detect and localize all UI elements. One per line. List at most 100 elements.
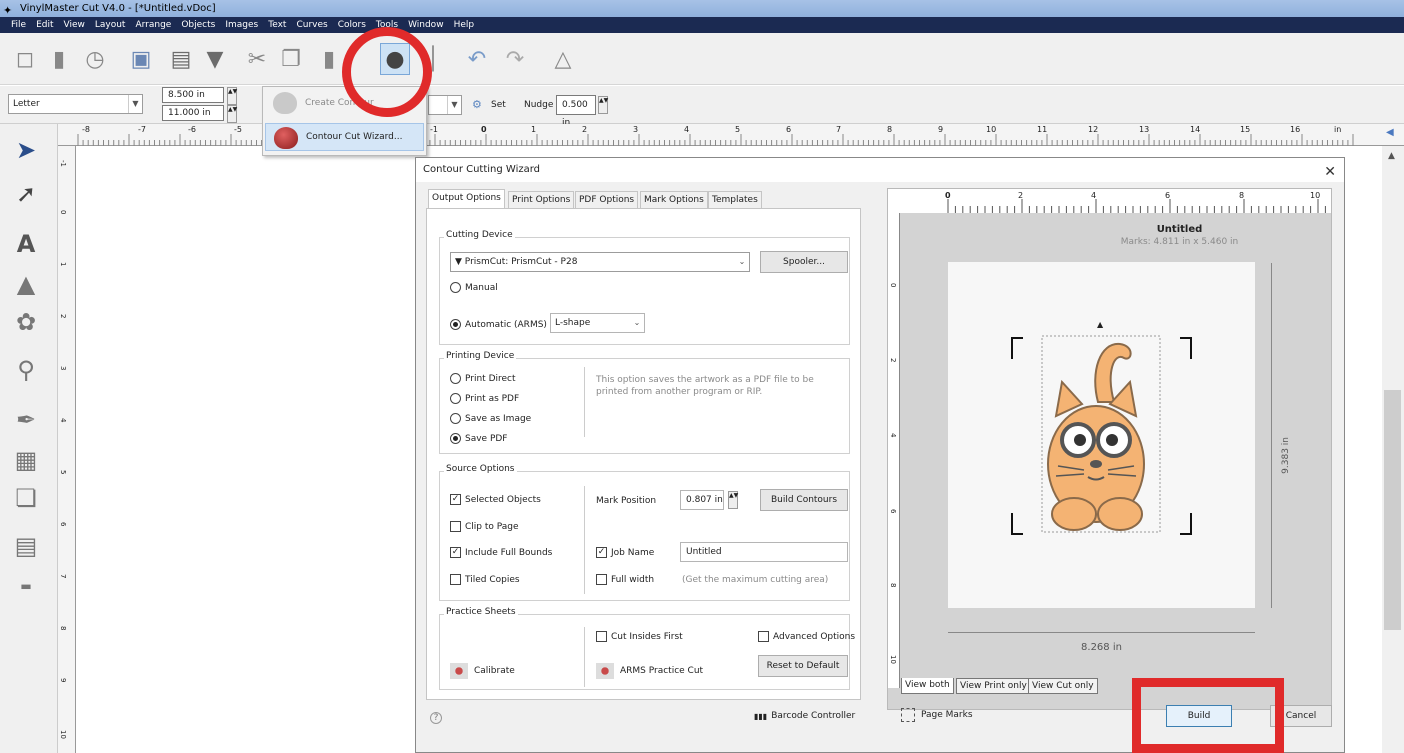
clipart-tool-icon[interactable]: ✿	[8, 304, 44, 340]
menu-objects[interactable]: Objects	[176, 17, 220, 33]
spooler-button[interactable]: Spooler...	[760, 251, 848, 273]
menu-file[interactable]: File	[6, 17, 31, 33]
reset-to-default-button[interactable]: Reset to Default	[758, 655, 848, 677]
text-tool-icon[interactable]: A	[8, 226, 44, 262]
apple-icon	[273, 92, 297, 114]
menu-text[interactable]: Text	[263, 17, 291, 33]
close-icon[interactable]: ✕	[1324, 160, 1336, 184]
menu-help[interactable]: Help	[449, 17, 480, 33]
print-icon[interactable]: ▤	[166, 43, 196, 75]
arms-practice-label: ARMS Practice Cut	[620, 666, 704, 676]
ruler-label: 15	[1240, 125, 1251, 134]
automatic-arms-radio[interactable]: Automatic (ARMS)	[450, 319, 547, 330]
arms-shape-value: L-shape	[555, 318, 591, 328]
ruler-label: 8	[889, 583, 897, 588]
arrange-tool-icon[interactable]: ❏	[8, 480, 44, 516]
arms-practice-cut-button[interactable]: ARMS Practice Cut	[596, 663, 703, 679]
tab-print-options[interactable]: Print Options	[508, 191, 575, 209]
menu-arrange[interactable]: Arrange	[130, 17, 176, 33]
cutter-icon[interactable]: ▼	[200, 43, 230, 75]
fill-tool-icon[interactable]: ▦	[8, 442, 44, 478]
cat-pupil	[1074, 434, 1086, 446]
menu-colors[interactable]: Colors	[333, 17, 371, 33]
page-marks-button[interactable]: Page Marks	[901, 708, 973, 722]
notification-bell-icon[interactable]: △	[548, 43, 578, 75]
barcode-controller-button[interactable]: ▮▮▮ Barcode Controller	[754, 711, 855, 721]
full-width-checkbox[interactable]: Full width	[596, 574, 654, 585]
cut-insides-first-checkbox[interactable]: Cut Insides First	[596, 631, 683, 642]
page-height-field[interactable]: 11.000 in	[162, 105, 224, 121]
measure-tool-icon[interactable]: ▬	[8, 568, 44, 604]
cutting-device-select[interactable]: ▼ PrismCut: PrismCut - P28 ⌄	[450, 252, 750, 272]
open-icon[interactable]: ▮	[44, 43, 74, 75]
undo-icon[interactable]: ↶	[462, 43, 492, 75]
tiled-copies-checkbox[interactable]: Tiled Copies	[450, 574, 520, 585]
canvas-scrollbar[interactable]: ▲	[1382, 146, 1404, 753]
selected-objects-checkbox[interactable]: ✓ Selected Objects	[450, 494, 541, 505]
view-both-tab[interactable]: View both	[901, 678, 954, 694]
cut-icon[interactable]: ✂	[242, 43, 272, 75]
menu-edit[interactable]: Edit	[31, 17, 58, 33]
ruler-label: 1	[531, 125, 537, 134]
manual-radio[interactable]: Manual	[450, 282, 498, 293]
include-full-bounds-checkbox[interactable]: ✓ Include Full Bounds	[450, 547, 552, 558]
job-name-field[interactable]: Untitled	[680, 542, 848, 562]
menu-curves[interactable]: Curves	[291, 17, 332, 33]
divider	[584, 627, 585, 687]
ruler-label: 7	[836, 125, 842, 134]
align-tool-icon[interactable]: ▤	[8, 528, 44, 564]
save-pdf-radio[interactable]: Save PDF	[450, 433, 508, 444]
print-as-pdf-radio[interactable]: Print as PDF	[450, 393, 519, 404]
pen-tool-icon[interactable]: ✒	[8, 402, 44, 438]
ruler-label: 6	[1165, 191, 1171, 200]
tab-templates[interactable]: Templates	[708, 191, 762, 209]
menu-window[interactable]: Window	[403, 17, 449, 33]
tab-mark-options[interactable]: Mark Options	[640, 191, 708, 209]
copy-icon[interactable]: ❐	[276, 43, 306, 75]
print-direct-radio[interactable]: Print Direct	[450, 373, 516, 384]
menu-item-contour-cut-wizard[interactable]: Contour Cut Wizard...	[265, 123, 424, 151]
paste-icon[interactable]: ▮	[314, 43, 344, 75]
misc-select[interactable]: ▼	[428, 95, 462, 115]
menu-layout[interactable]: Layout	[90, 17, 131, 33]
recent-icon[interactable]: ◷	[80, 43, 110, 75]
page-width-field[interactable]: 8.500 in	[162, 87, 224, 103]
node-edit-tool-icon[interactable]: ➚	[8, 176, 44, 212]
scroll-up-icon[interactable]: ▲	[1388, 151, 1395, 161]
mark-position-spinner[interactable]: ▲▼	[728, 491, 738, 509]
dialog-title: Contour Cutting Wizard	[423, 164, 541, 175]
set-button[interactable]: Set	[491, 100, 506, 110]
tab-pdf-options[interactable]: PDF Options	[575, 191, 639, 209]
menu-view[interactable]: View	[59, 17, 90, 33]
help-icon[interactable]: ?	[430, 712, 442, 724]
page-size-select[interactable]: Letter ▼	[8, 94, 143, 114]
shape-tool-icon[interactable]: ▲	[8, 266, 44, 302]
view-print-only-tab[interactable]: View Print only	[956, 678, 1031, 694]
build-contours-button[interactable]: Build Contours	[760, 489, 848, 511]
page-height-spinner[interactable]: ▲▼	[227, 105, 237, 123]
zoom-tool-icon[interactable]: ⚲	[8, 352, 44, 388]
nudge-spinner[interactable]: ▲▼	[598, 96, 608, 114]
advanced-options-checkbox[interactable]: Advanced Options	[758, 631, 855, 642]
menu-images[interactable]: Images	[220, 17, 263, 33]
calibrate-button[interactable]: Calibrate	[450, 663, 515, 679]
scrollbar-thumb[interactable]	[1384, 390, 1401, 630]
ruler-label: 0	[481, 125, 487, 134]
clip-to-page-checkbox[interactable]: Clip to Page	[450, 521, 519, 532]
ruler-label: -1	[59, 160, 67, 167]
save-as-image-radio[interactable]: Save as Image	[450, 413, 531, 424]
view-cut-only-tab[interactable]: View Cut only	[1028, 678, 1098, 694]
cat-paw	[1051, 497, 1097, 531]
scroll-left-icon[interactable]: ◀	[1386, 127, 1394, 138]
page-width-spinner[interactable]: ▲▼	[227, 87, 237, 105]
mark-position-field[interactable]: 0.807 in	[680, 490, 724, 510]
save-icon[interactable]: ▣	[126, 43, 156, 75]
job-name-checkbox[interactable]: ✓ Job Name	[596, 547, 654, 558]
arms-shape-select[interactable]: L-shape ⌄	[550, 313, 645, 333]
nudge-field[interactable]: 0.500 in	[556, 95, 596, 128]
tab-output-options[interactable]: Output Options	[428, 189, 505, 209]
pointer-tool-icon[interactable]: ➤	[8, 132, 44, 168]
horizontal-ruler: -8 -7 -6 -5 -1 0 1 2 3 4 5 6 7 8 9 10 11…	[58, 124, 1404, 146]
redo-icon[interactable]: ↷	[500, 43, 530, 75]
new-document-icon[interactable]: ◻	[10, 43, 40, 75]
